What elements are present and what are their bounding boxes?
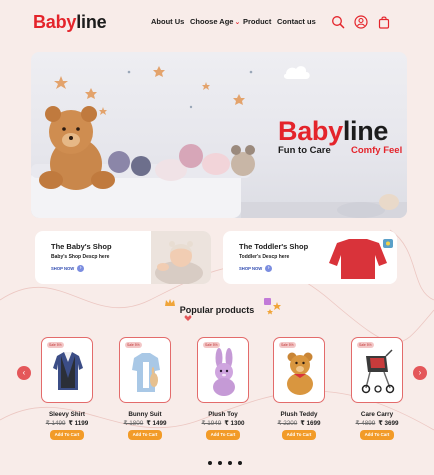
old-price: ₹ 4899 xyxy=(355,420,376,427)
add-to-cart-button[interactable]: Add To Cart xyxy=(360,430,394,440)
nav-product[interactable]: Product xyxy=(243,17,271,26)
product-image-card[interactable]: Sale 5% xyxy=(197,337,249,403)
nav-choose-age-label: Choose Age xyxy=(190,17,234,26)
search-icon[interactable] xyxy=(331,15,345,29)
chevron-right-icon[interactable]: › xyxy=(413,366,427,380)
product-card[interactable]: Sale 5% Plush Teddy ₹ 2200 ₹ 1699 Add To … xyxy=(273,337,325,440)
shirt-vest-icon xyxy=(53,352,83,390)
product-card[interactable]: Sale 5% Care Carry ₹ 4899 ₹ 3699 Add To C… xyxy=(351,337,403,440)
nav-contact-us[interactable]: Contact us xyxy=(277,17,316,26)
add-to-cart-button[interactable]: Add To Cart xyxy=(128,430,162,440)
toddler-shop-card[interactable]: The Toddler's Shop Toddler's Descp here … xyxy=(223,231,397,284)
new-price: ₹ 1300 xyxy=(224,420,245,427)
old-price: ₹ 1499 xyxy=(45,420,66,427)
baby-shop-card[interactable]: The Baby's Shop Baby's Shop Descp here S… xyxy=(35,231,211,284)
hero-brand-part-1: Baby xyxy=(278,116,343,146)
hero-tagline-2: Comfy Feel xyxy=(351,145,403,156)
shop-card-title: The Toddler's Shop xyxy=(239,242,309,251)
nav-about-us[interactable]: About Us xyxy=(151,17,184,26)
product-card[interactable]: Sale 5% Plush Toy ₹ 1949 ₹ 1300 Add To Ca… xyxy=(197,337,249,440)
teddy-bear-icon xyxy=(287,352,313,395)
hero-brand-part-2: line xyxy=(342,116,389,146)
carousel-pagination xyxy=(208,461,242,465)
new-price: ₹ 1499 xyxy=(146,420,167,427)
product-prices: ₹ 4899 ₹ 3699 xyxy=(327,420,427,427)
shop-now-label: SHOP NOW xyxy=(51,266,75,271)
shop-card-title: The Baby's Shop xyxy=(51,242,112,251)
bunny-suit-icon xyxy=(132,353,160,392)
stroller-icon xyxy=(361,349,395,394)
hero-banner: Babyline Fun to Care Comfy Feel xyxy=(31,52,407,218)
product-card[interactable]: Sale 5% Sleevy Shirt ₹ 1499 ₹ 1199 Add To… xyxy=(41,337,93,440)
plush-bunny-icon xyxy=(213,348,235,396)
heart-icon xyxy=(184,315,192,321)
hero-tagline-1: Fun to Care xyxy=(278,145,331,156)
shop-now-label: SHOP NOW xyxy=(239,266,263,271)
logo-part-1: Baby xyxy=(33,12,77,32)
pagination-dot[interactable] xyxy=(208,461,212,465)
shop-card-description: Toddler's Descp here xyxy=(239,254,290,260)
new-price: ₹ 1199 xyxy=(68,420,89,427)
logo[interactable]: Babyline xyxy=(33,12,107,33)
product-image-card[interactable]: Sale 5% xyxy=(41,337,93,403)
old-price: ₹ 1800 xyxy=(123,420,144,427)
nav-choose-age[interactable]: Choose Age⌄ xyxy=(190,17,240,26)
shopping-bag-icon[interactable] xyxy=(377,15,391,29)
shop-now-link[interactable]: SHOP NOW › xyxy=(51,265,85,272)
product-card[interactable]: Sale 5% Bunny Suit ₹ 1800 ₹ 1499 Add To C… xyxy=(119,337,171,440)
old-price: ₹ 2200 xyxy=(277,420,298,427)
arrow-right-icon: › xyxy=(77,265,85,272)
shop-card-description: Baby's Shop Descp here xyxy=(51,254,110,260)
product-image-card[interactable]: Sale 5% xyxy=(351,337,403,403)
arrow-right-icon: › xyxy=(265,265,273,272)
header: Babyline About Us Choose Age⌄ Product Co… xyxy=(0,0,434,44)
logo-part-2: line xyxy=(76,12,107,32)
chevron-down-icon: ⌄ xyxy=(234,19,241,26)
product-name: Care Carry xyxy=(360,411,394,418)
old-price: ₹ 1949 xyxy=(201,420,222,427)
product-image-card[interactable]: Sale 5% xyxy=(119,337,171,403)
user-icon[interactable] xyxy=(354,15,368,29)
add-to-cart-button[interactable]: Add To Cart xyxy=(50,430,84,440)
add-to-cart-button[interactable]: Add To Cart xyxy=(206,430,240,440)
add-to-cart-button[interactable]: Add To Cart xyxy=(282,430,316,440)
pagination-dot[interactable] xyxy=(228,461,232,465)
hero-brand: Babyline xyxy=(278,116,388,147)
pagination-dot[interactable] xyxy=(218,461,222,465)
baby-photo xyxy=(151,231,211,284)
new-price: ₹ 3699 xyxy=(378,420,399,427)
toddler-sweater-photo xyxy=(319,231,397,284)
chevron-left-icon[interactable]: ‹ xyxy=(17,366,31,380)
popular-products-heading: Popular products xyxy=(179,305,255,315)
new-price: ₹ 1699 xyxy=(300,420,321,427)
shop-now-link[interactable]: SHOP NOW › xyxy=(239,265,273,272)
product-image-card[interactable]: Sale 5% xyxy=(273,337,325,403)
pagination-dot[interactable] xyxy=(238,461,242,465)
